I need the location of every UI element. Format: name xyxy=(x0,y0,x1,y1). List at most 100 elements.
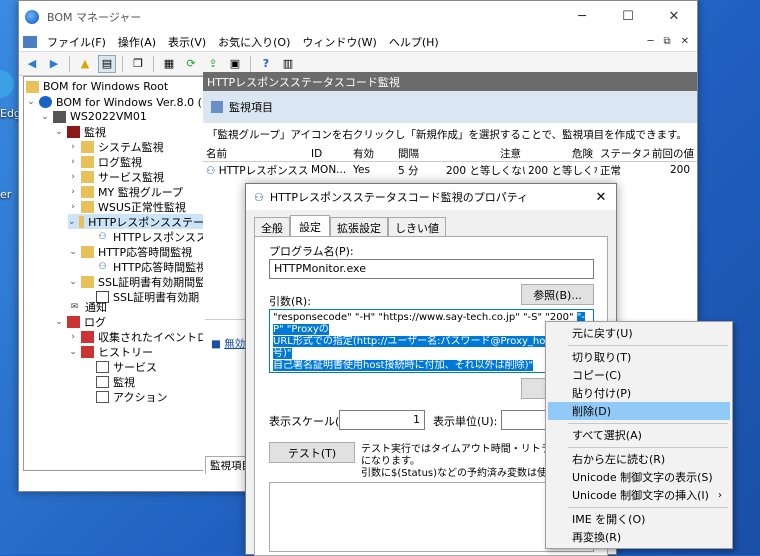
copy-icon[interactable]: ❐ xyxy=(129,55,147,73)
table-cell: 200 と等しくない xyxy=(528,164,597,177)
menu-item-reconvert[interactable]: 再変換(R) xyxy=(548,528,730,546)
back-icon[interactable]: ◀ xyxy=(23,55,41,73)
menu-help[interactable]: ヘルプ(H) xyxy=(383,34,445,50)
browse-button[interactable]: 参照(B)... xyxy=(521,284,594,305)
grid-header: 名前 ID 有効 間隔 注意 危険 ステータス 前回の値 xyxy=(203,146,697,162)
tree-item-ssl-group[interactable]: ⌄ SSL証明書有効期間監 xyxy=(68,274,206,289)
menu-item-insert-unicode[interactable]: Unicode 制御文字の挿入(I) › xyxy=(548,486,730,504)
tree-item-logs[interactable]: ⌄ ログ xyxy=(54,314,106,329)
menu-window[interactable]: ウィンドウ(W) xyxy=(296,34,382,50)
menu-action[interactable]: 操作(A) xyxy=(112,34,162,50)
chevron-down-icon[interactable]: ⌄ xyxy=(68,347,78,357)
title-bar: BOM マネージャー ─ ☐ ✕ xyxy=(19,1,697,32)
tab-threshold[interactable]: しきい値 xyxy=(388,217,446,238)
forward-icon[interactable]: ▶ xyxy=(45,55,63,73)
program-field[interactable]: HTTPMonitor.exe xyxy=(269,259,594,279)
chevron-right-icon[interactable]: › xyxy=(68,157,78,167)
http-monitor-icon: ⚇ xyxy=(206,164,216,177)
chevron-right-icon[interactable]: › xyxy=(68,187,78,197)
tree-item-http-response-monitor[interactable]: ⚇ HTTP応答時間監視 xyxy=(96,259,207,274)
tree-item-history-action[interactable]: アクション xyxy=(96,389,167,404)
table-cell: 正常 xyxy=(600,164,621,177)
chevron-down-icon[interactable]: ⌄ xyxy=(68,277,78,287)
tree-item-server[interactable]: ⌄ WS2022VM01 xyxy=(40,109,147,124)
tree-item-service[interactable]: › サービス監視 xyxy=(68,169,164,184)
menu-item-cut[interactable]: 切り取り(T) xyxy=(548,348,730,366)
details-icon[interactable]: ▥ xyxy=(279,55,297,73)
desktop-label-partial[interactable]: er xyxy=(0,188,11,201)
refresh-icon[interactable]: ⟳ xyxy=(182,55,200,73)
unit-label: 表示単位(U): xyxy=(433,415,498,428)
tree-item-mygroup[interactable]: › MY 監視グループ xyxy=(68,184,183,199)
tree-item-history-monitor[interactable]: 監視 xyxy=(96,374,135,389)
chevron-right-icon[interactable]: › xyxy=(68,332,78,342)
minimize-button[interactable]: ─ xyxy=(559,1,605,32)
log-icon xyxy=(81,345,94,358)
tab-extended[interactable]: 拡張設定 xyxy=(330,217,388,238)
column-header[interactable]: 間隔 xyxy=(395,146,443,161)
column-header[interactable]: 有効 xyxy=(350,146,395,161)
menu-item-copy[interactable]: コピー(C) xyxy=(548,366,730,384)
menu-view[interactable]: 表示(V) xyxy=(162,34,212,50)
show-tree-icon[interactable]: ▤ xyxy=(98,54,116,73)
properties-icon[interactable]: ▦ xyxy=(160,55,178,73)
folder-up-icon[interactable]: ▲ xyxy=(76,55,94,73)
tree-item-log[interactable]: › ログ監視 xyxy=(68,154,142,169)
menu-item-delete[interactable]: 削除(D) xyxy=(548,402,730,420)
menu-item-rtl[interactable]: 右から左に読む(R) xyxy=(548,450,730,468)
close-button[interactable]: ✕ xyxy=(651,1,697,32)
help-icon[interactable]: ? xyxy=(257,55,275,73)
tree-item-root[interactable]: BOM for Windows Root xyxy=(26,79,168,94)
column-header[interactable]: ステータス xyxy=(597,146,649,161)
tree-item-wsus[interactable]: › WSUS正常性監視 xyxy=(68,199,186,214)
chevron-down-icon[interactable]: ⌄ xyxy=(68,247,78,257)
column-header[interactable]: ID xyxy=(308,148,350,160)
menu-favorites[interactable]: お気に入り(O) xyxy=(212,34,296,50)
mdi-minimize-icon[interactable]: ─ xyxy=(647,36,653,47)
result-pane-subheader: 監視項目 xyxy=(203,91,697,123)
tree-item-eventlog[interactable]: › 収集されたイベントログ xyxy=(68,329,215,344)
tree-item-monitor[interactable]: ⌄ 監視 xyxy=(54,124,106,139)
export-icon[interactable]: ⇪ xyxy=(204,55,222,73)
test-button[interactable]: テスト(T) xyxy=(269,442,355,463)
maximize-button[interactable]: ☐ xyxy=(605,1,651,32)
column-header[interactable]: 名前 xyxy=(203,146,308,161)
chevron-down-icon[interactable]: ⌄ xyxy=(54,317,64,327)
chevron-down-icon[interactable]: ⌄ xyxy=(26,97,36,107)
tree-item-ssl-monitor[interactable]: SSL証明書有効期 xyxy=(96,289,199,304)
mdi-close-icon[interactable]: ✕ xyxy=(681,36,689,47)
chevron-down-icon[interactable]: ⌄ xyxy=(68,217,76,227)
mdi-restore-icon[interactable]: ⧉ xyxy=(663,36,670,47)
column-header[interactable]: 注意 xyxy=(443,146,525,161)
menu-item-open-ime[interactable]: IME を開く(O) xyxy=(548,510,730,528)
chevron-right-icon[interactable]: › xyxy=(68,172,78,182)
column-header[interactable]: 危険 xyxy=(525,146,597,161)
chevron-right-icon[interactable]: › xyxy=(68,142,78,152)
table-row[interactable]: ⚇ HTTPレスポンスステ... MON... Yes 5 分 200 と等しく… xyxy=(203,162,697,178)
menu-item-undo[interactable]: 元に戻す(U) xyxy=(548,324,730,342)
dialog-title: HTTPレスポンスステータスコード監視のプロパティ xyxy=(269,191,529,204)
scale-field[interactable]: 1 xyxy=(339,410,425,430)
grid-icon[interactable]: ▣ xyxy=(226,55,244,73)
tab-settings[interactable]: 設定 xyxy=(290,215,330,238)
dialog-close-button[interactable]: ✕ xyxy=(586,190,616,205)
menu-item-select-all[interactable]: すべて選択(A) xyxy=(548,426,730,444)
tab-general[interactable]: 全般 xyxy=(254,217,290,238)
program-label: プログラム名(P): xyxy=(269,245,354,258)
tree-item-http-response-group[interactable]: ⌄ HTTP応答時間監視 xyxy=(68,244,192,259)
disabled-link[interactable]: ■ 無効 xyxy=(211,336,245,351)
chevron-down-icon[interactable]: ⌄ xyxy=(40,112,50,122)
tree-item-http-status-monitor[interactable]: ⚇HTTPレスポンスステー xyxy=(96,229,215,244)
tree-item-system[interactable]: › システム監視 xyxy=(68,139,164,154)
tree-item-http-status-group[interactable]: ⌄ HTTPレスポンスステータ xyxy=(68,214,215,229)
chevron-right-icon[interactable]: › xyxy=(68,202,78,212)
column-header[interactable]: 前回の値 xyxy=(649,146,694,161)
menu-file[interactable]: ファイル(F) xyxy=(41,34,112,50)
tree-item-bom[interactable]: ⌄BOM for Windows Ver.8.0 (ローカル xyxy=(26,94,215,109)
tree-item-history[interactable]: ⌄ ヒストリー xyxy=(68,344,153,359)
chevron-down-icon[interactable]: ⌄ xyxy=(54,127,64,137)
tree-item-notify[interactable]: ✉ 通知 xyxy=(68,299,107,314)
menu-item-paste[interactable]: 貼り付け(P) xyxy=(548,384,730,402)
menu-item-show-unicode[interactable]: Unicode 制御文字の表示(S) xyxy=(548,468,730,486)
tree-item-history-service[interactable]: サービス xyxy=(96,359,157,374)
